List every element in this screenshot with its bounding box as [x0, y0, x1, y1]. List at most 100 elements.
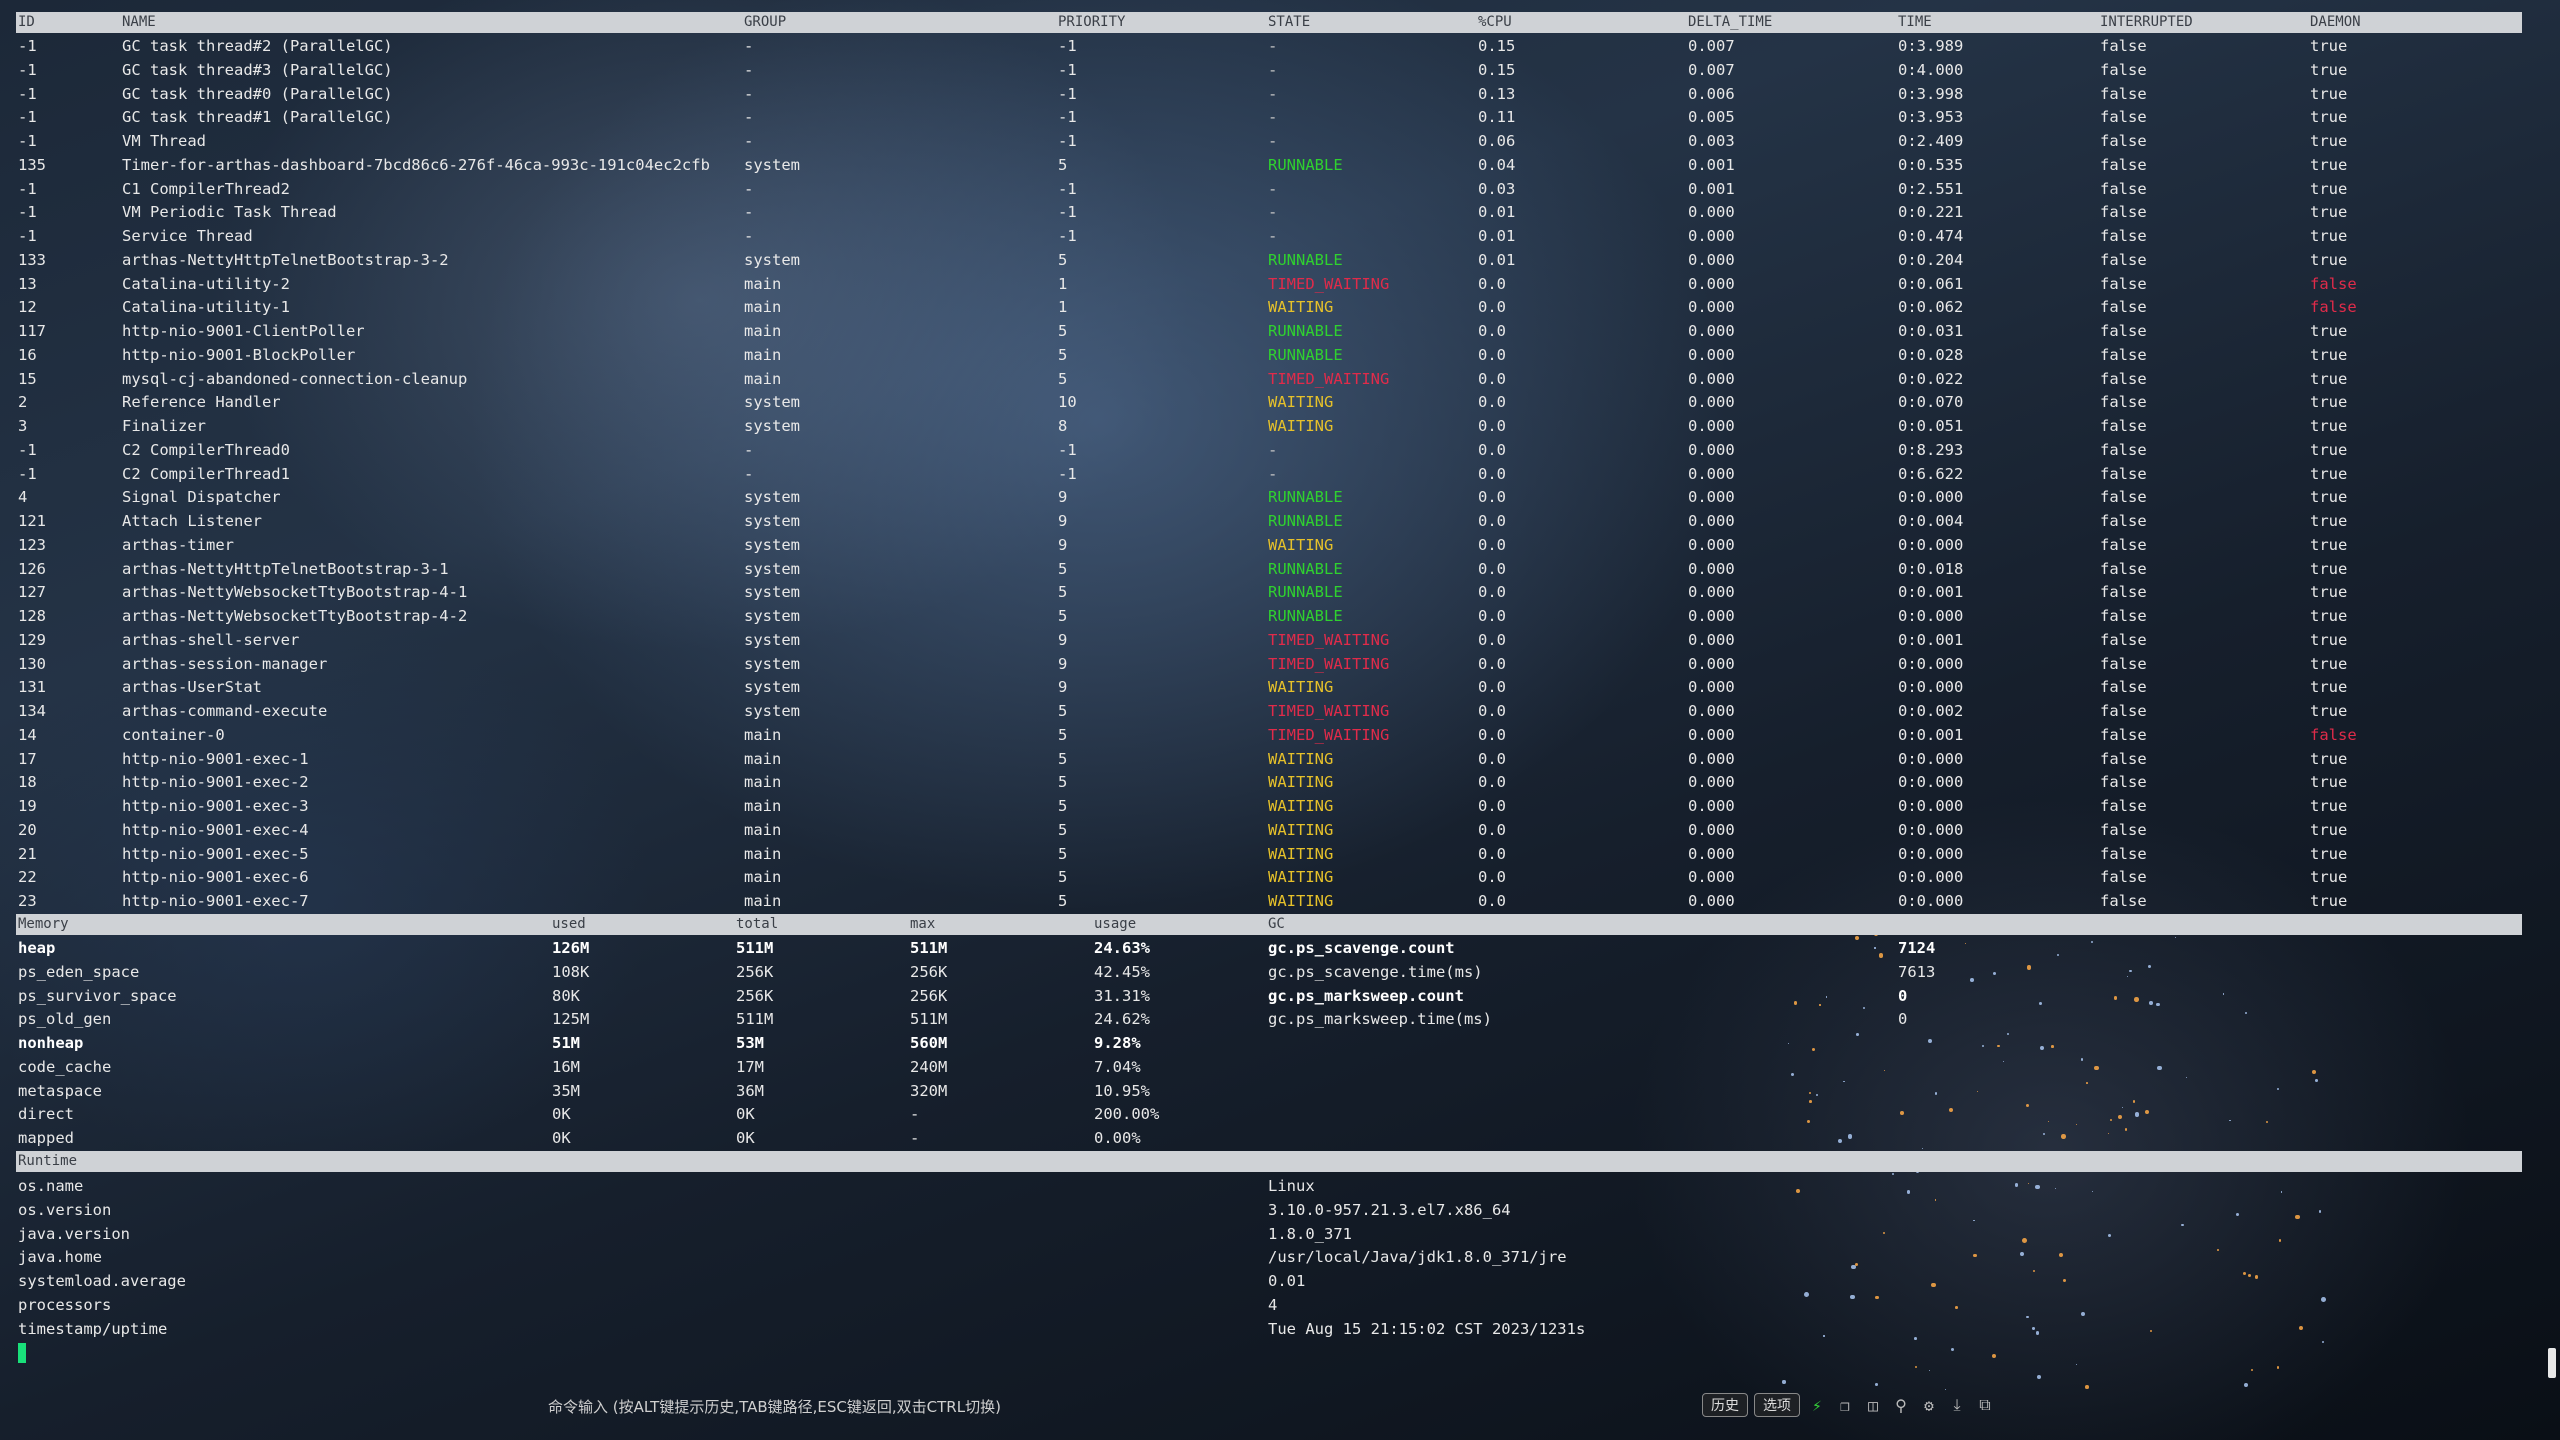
memory-col-used: 0K: [552, 1105, 571, 1124]
thread-col-id: 18: [18, 773, 37, 792]
thread-row: -1 C2 CompilerThread0 - -1 - 0.0 0.000 0:8.293 f…: [0, 438, 2560, 462]
thread-col-interrupted: false: [2100, 37, 2147, 55]
thread-col-id: -1: [18, 60, 37, 79]
thread-col-delta-time: 0.000: [1688, 345, 1735, 364]
thread-col-cpu: 0.01: [1478, 227, 1516, 245]
thread-col-time: 0:8.293: [1898, 440, 1964, 459]
thread-col-cpu: 0.0: [1478, 369, 1506, 388]
bottom-toolbar: 历史 选项 ⚡ ❐ ◫ ⚲ ⚙ ⤓ ⧉: [1702, 1392, 1996, 1418]
thread-col-delta-time: 0.000: [1688, 512, 1735, 530]
thread-col-delta-time: 0.000: [1688, 322, 1735, 340]
runtime-value: 4: [1268, 1295, 1278, 1314]
command-input-hint[interactable]: 命令输入 (按ALT键提示历史,TAB键路径,ESC键返回,双击CTRL切换): [548, 1396, 1001, 1417]
runtime-value: Tue Aug 15 21:15:02 CST 2023/1231s: [1268, 1319, 1586, 1338]
thread-col-delta-time: 0.000: [1688, 559, 1735, 578]
thread-col-time: 0:0.001: [1898, 630, 1964, 649]
thread-col-state: TIMED_WAITING: [1268, 274, 1390, 293]
memory-col-max: 511M: [910, 939, 948, 957]
options-button[interactable]: 选项: [1754, 1393, 1800, 1417]
memory-row: heap 126M 511M 511M 24.63% gc.ps_scavenge.cou…: [0, 936, 2560, 960]
runtime-key: os.name: [18, 1177, 84, 1195]
thread-col-interrupted: false: [2100, 607, 2147, 625]
lightning-icon[interactable]: ⚡: [1806, 1394, 1828, 1416]
thread-col-name: VM Thread: [122, 132, 206, 150]
thread-col-daemon: true: [2310, 820, 2348, 839]
thread-col-state: -: [1268, 203, 1278, 222]
thread-col-time: 0:0.000: [1898, 607, 1964, 625]
thread-col-priority: 9: [1058, 678, 1068, 697]
thread-col-time: 0:0.000: [1898, 678, 1964, 697]
thread-col-name: Reference Handler: [122, 393, 281, 412]
paste-icon[interactable]: ◫: [1862, 1394, 1884, 1416]
thread-col-group: -: [744, 440, 754, 459]
copy-icon[interactable]: ❐: [1834, 1394, 1856, 1416]
thread-col-daemon: true: [2310, 583, 2348, 602]
thread-col-time: 0:2.409: [1898, 132, 1964, 150]
memory-row: ps_survivor_space 80K 256K 256K 31.31% gc.ps_…: [0, 984, 2560, 1008]
thread-col-state: -: [1268, 440, 1278, 459]
thread-col-name: Catalina-utility-1: [122, 298, 290, 317]
thread-col-priority: -1: [1058, 203, 1077, 222]
thread-col-state: TIMED_WAITING: [1268, 369, 1390, 388]
window-icon[interactable]: ⧉: [1974, 1394, 1996, 1416]
thread-col-time: 0:0.000: [1898, 844, 1964, 863]
thread-col-state: -: [1268, 108, 1278, 127]
thread-row: 19 http-nio-9001-exec-3 main 5 WAITING 0.0 0.0…: [0, 794, 2560, 818]
thread-col-cpu: 0.0: [1478, 274, 1506, 293]
thread-col-group: system: [744, 607, 800, 625]
thread-col-id: -1: [18, 84, 37, 103]
memory-col-memory: ps_old_gen: [18, 1010, 112, 1029]
thread-col-name: Signal Dispatcher: [122, 488, 281, 507]
thread-col-state: TIMED_WAITING: [1268, 725, 1390, 744]
thread-col-delta-time: 0.007: [1688, 60, 1735, 79]
thread-col-delta-time: 0.000: [1688, 725, 1735, 744]
search-icon[interactable]: ⚲: [1890, 1394, 1912, 1416]
thread-col-interrupted: false: [2100, 892, 2147, 910]
thread-col-group: -: [744, 108, 754, 127]
memory-col-total: 256K: [736, 986, 774, 1005]
thread-col-state: -: [1268, 179, 1278, 198]
thread-col-priority: -1: [1058, 60, 1077, 79]
thread-col-priority: 5: [1058, 583, 1068, 602]
memory-col-usage: 200.00%: [1094, 1105, 1160, 1124]
scrollbar-thumb[interactable]: [2548, 1348, 2556, 1378]
thread-col-priority: -1: [1058, 179, 1077, 198]
thread-col-cpu: 0.04: [1478, 155, 1516, 174]
thread-col-name: arthas-session-manager: [122, 654, 328, 673]
thread-col-delta-time: 0.000: [1688, 369, 1735, 388]
thread-col-group: main: [744, 844, 782, 863]
thread-row: 3 Finalizer system 8 WAITING 0.0 0.000 0:0.051 f…: [0, 414, 2560, 438]
thread-col-daemon: true: [2310, 630, 2348, 649]
thread-col-id: 128: [18, 607, 46, 625]
thread-col-id: 22: [18, 868, 37, 887]
header-col-gc: GC: [1268, 916, 1285, 932]
thread-col-delta-time: 0.000: [1688, 583, 1735, 602]
thread-col-state: RUNNABLE: [1268, 583, 1343, 602]
thread-col-state: WAITING: [1268, 868, 1334, 887]
thread-col-delta-time: 0.000: [1688, 702, 1735, 720]
terminal-cursor[interactable]: [18, 1343, 26, 1363]
thread-col-interrupted: false: [2100, 322, 2147, 340]
thread-col-cpu: 0.0: [1478, 892, 1506, 910]
thread-col-name: Attach Listener: [122, 512, 262, 530]
thread-col-time: 0:0.474: [1898, 227, 1964, 245]
thread-col-interrupted: false: [2100, 844, 2147, 863]
thread-col-name: VM Periodic Task Thread: [122, 203, 337, 222]
gear-icon[interactable]: ⚙: [1918, 1394, 1940, 1416]
thread-row: 20 http-nio-9001-exec-4 main 5 WAITING 0.0 0.0…: [0, 818, 2560, 842]
runtime-row: timestamp/uptime Tue Aug 15 21:15:02 CST …: [0, 1317, 2560, 1341]
thread-row: 17 http-nio-9001-exec-1 main 5 WAITING 0.0 0.0…: [0, 747, 2560, 771]
runtime-header-label: Runtime: [18, 1153, 78, 1169]
thread-col-daemon: true: [2310, 179, 2348, 198]
thread-col-delta-time: 0.000: [1688, 535, 1735, 554]
thread-col-name: C2 CompilerThread1: [122, 464, 290, 483]
thread-col-group: main: [744, 773, 782, 792]
thread-col-id: 23: [18, 892, 37, 910]
thread-row: -1 C2 CompilerThread1 - -1 - 0.0 0.000 0:6.622 f…: [0, 462, 2560, 486]
history-button[interactable]: 历史: [1702, 1393, 1748, 1417]
thread-col-daemon: true: [2310, 464, 2348, 483]
download-icon[interactable]: ⤓: [1946, 1394, 1968, 1416]
thread-row: 121 Attach Listener system 9 RUNNABLE 0.0 0.00…: [0, 509, 2560, 533]
thread-col-state: RUNNABLE: [1268, 250, 1343, 269]
thread-col-delta-time: 0.000: [1688, 607, 1735, 625]
